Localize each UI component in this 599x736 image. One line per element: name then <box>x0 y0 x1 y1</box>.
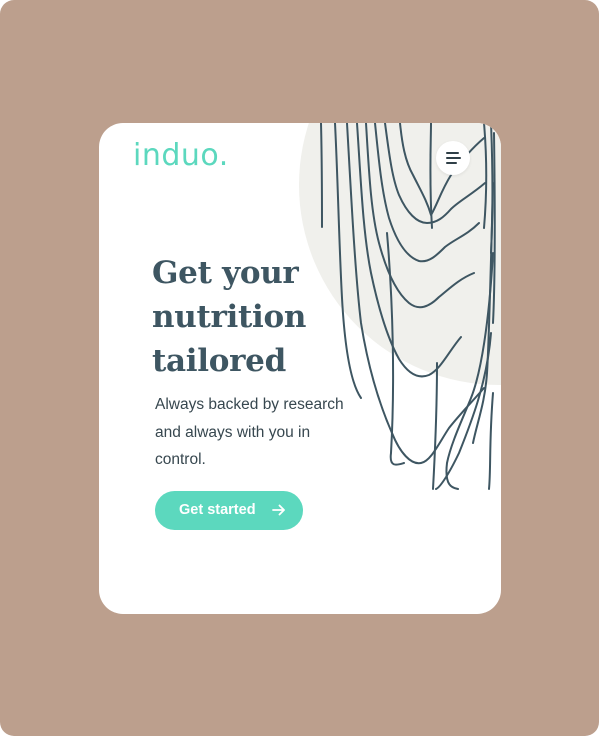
headline-line: nutrition <box>152 299 307 335</box>
hero-headline: Get your nutrition tailored <box>152 251 352 383</box>
get-started-label: Get started <box>179 502 256 518</box>
hamburger-menu-icon <box>446 152 459 154</box>
arrow-right-icon <box>272 504 285 516</box>
get-started-button[interactable]: Get started <box>155 491 303 530</box>
hero-card: induo. Get your nutrition tailored Alway… <box>99 123 501 614</box>
headline-line: tailored <box>152 343 286 379</box>
subtext-line: Always backed by research <box>155 396 344 413</box>
hero-subtext: Always backed by research and always wit… <box>155 391 365 474</box>
subtext-line: control. <box>155 451 206 468</box>
page-backdrop: induo. Get your nutrition tailored Alway… <box>0 0 599 736</box>
headline-line: Get your <box>152 255 299 291</box>
induo-logo[interactable]: induo. <box>133 141 229 171</box>
subtext-line: and always with you in <box>155 423 311 441</box>
hamburger-menu-button[interactable] <box>436 141 470 175</box>
